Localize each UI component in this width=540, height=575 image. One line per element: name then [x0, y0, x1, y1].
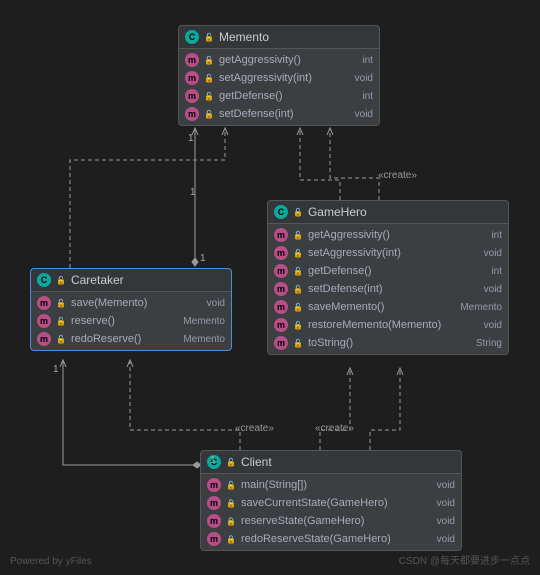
class-icon: C: [37, 273, 51, 287]
stereotype-label: «create»: [378, 170, 417, 181]
method-list: m🔓getAggressivity()int m🔓setAggressivity…: [179, 49, 379, 125]
class-memento[interactable]: C 🔓 Memento m🔓getAggressivity()int m🔓setAg…: [178, 25, 380, 126]
stereotype-label: «create»: [235, 423, 274, 434]
multiplicity: 1: [200, 253, 206, 264]
lock-icon: 🔒: [226, 499, 236, 508]
lock-icon: 🔒: [226, 517, 236, 526]
multiplicity: 1: [53, 364, 59, 375]
multiplicity: 1: [188, 133, 194, 144]
watermark-left: Powered by yFiles: [10, 556, 92, 567]
lock-icon: 🔒: [226, 535, 236, 544]
stereotype-label: «create»: [315, 423, 354, 434]
class-name: Client: [241, 455, 272, 469]
method-icon: m: [185, 53, 199, 67]
class-icon: C: [274, 205, 288, 219]
multiplicity: 1: [210, 455, 216, 466]
class-icon: C: [185, 30, 199, 44]
class-name: Memento: [219, 30, 269, 44]
class-name: GameHero: [308, 205, 367, 219]
watermark-right: CSDN @每天都要进步一点点: [399, 552, 530, 567]
unlock-icon: 🔓: [204, 33, 214, 42]
multiplicity: 1: [190, 187, 196, 198]
class-gamehero[interactable]: C🔓GameHero m🔓getAggressivity()int m🔓setA…: [267, 200, 509, 355]
class-name: Caretaker: [71, 273, 124, 287]
class-client[interactable]: C🔓Client m🔓main(String[])void m🔒saveCurr…: [200, 450, 462, 551]
class-caretaker[interactable]: C🔓Caretaker m🔓save(Memento)void m🔓reserv…: [30, 268, 232, 351]
